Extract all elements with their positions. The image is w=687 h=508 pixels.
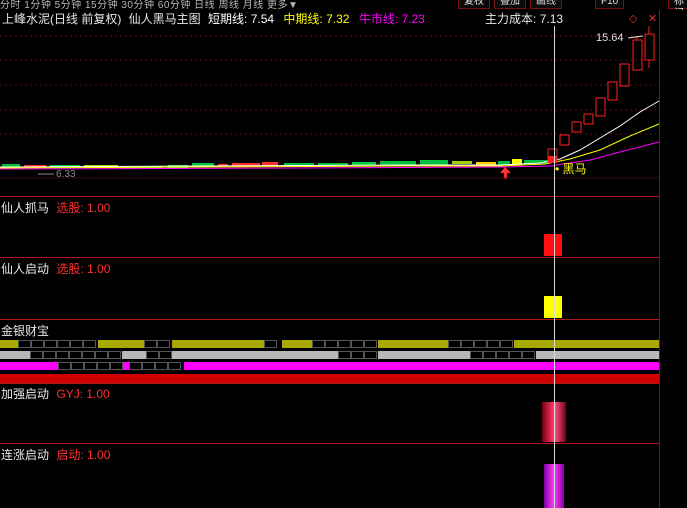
indicator-label: 启动: <box>56 448 84 462</box>
band-segment <box>0 362 58 370</box>
band-segment <box>184 362 659 370</box>
band-segment <box>172 351 338 359</box>
qidong-signal-bar <box>544 296 562 318</box>
band-empty-blocks <box>58 362 123 370</box>
indicator-value: 1.00 <box>87 201 111 215</box>
crosshair-cursor-line[interactable] <box>554 26 555 508</box>
band-segment <box>0 374 659 383</box>
rising-candles <box>547 26 655 163</box>
short-line-value: 7.54 <box>250 12 275 26</box>
band-empty-blocks <box>18 340 96 348</box>
band-empty-blocks <box>312 340 377 348</box>
tab-fuquan[interactable]: 复权 <box>458 0 490 9</box>
panel-separator <box>0 383 659 384</box>
indicator-label: 选股: <box>56 201 84 215</box>
panel-jinyin-title[interactable]: 金银财宝 <box>1 322 49 339</box>
panel-xianren-qidong-header[interactable]: 仙人启动 选股: 1.00 <box>1 260 110 277</box>
bull-line-label: 牛市线: <box>358 12 399 26</box>
candlestick-chart[interactable]: 15.64 6.33 • 黑马 <box>0 26 660 198</box>
tab-mark[interactable]: 标记 <box>668 0 687 10</box>
stock-title[interactable]: 上峰水泥(日线 前复权) <box>2 12 121 26</box>
band-segment <box>282 340 312 348</box>
band-empty-blocks <box>129 362 181 370</box>
panel-lianzhang-header[interactable]: 连涨启动 启动: 1.00 <box>1 446 110 463</box>
main-cost-label: 主力成本: <box>485 12 537 26</box>
panel-xianren-zhuama-header[interactable]: 仙人抓马 选股: 1.00 <box>1 199 110 216</box>
indicator-label: 选股: <box>56 262 84 276</box>
main-chart-header: 上峰水泥(日线 前复权) 仙人黑马主图 短期线: 7.54 中期线: 7.32 … <box>2 10 425 27</box>
band-segment <box>122 351 146 359</box>
close-icon[interactable]: ✕ <box>648 12 657 25</box>
mid-line-value: 7.32 <box>326 12 350 26</box>
bull-line-value: 7.23 <box>401 12 425 26</box>
panel-separator <box>0 257 659 258</box>
high-price-label: 15.64 <box>596 32 624 44</box>
band-segment <box>378 340 448 348</box>
indicator-value: 1.00 <box>86 387 110 401</box>
band-empty-blocks <box>448 340 513 348</box>
band-empty-blocks <box>470 351 535 359</box>
period-menu[interactable]: 分时 1分钟 5分钟 15分钟 30分钟 60分钟 日线 周线 月线 更多▼ <box>0 0 298 10</box>
tab-f10[interactable]: F10 <box>595 0 625 9</box>
heima-signal-text: 黑马 <box>563 162 587 176</box>
tab-draw[interactable]: 画线 <box>530 0 562 9</box>
jinyin-band-area[interactable] <box>0 340 659 384</box>
panel-separator <box>0 196 659 197</box>
panel-separator <box>0 319 659 320</box>
collapse-diamond-icon[interactable]: ◇ <box>629 12 637 25</box>
band-segment <box>0 351 30 359</box>
panel-jiaqiang-header[interactable]: 加强启动 GYJ: 1.00 <box>1 385 110 402</box>
indicator-label: GYJ: <box>56 387 84 401</box>
indicator-value: 1.00 <box>87 448 111 462</box>
main-cost-value: 7.13 <box>539 12 564 26</box>
band-empty-blocks <box>144 340 170 348</box>
tab-overlay[interactable]: 叠加 <box>494 0 526 9</box>
band-segment <box>378 351 470 359</box>
band-empty-blocks <box>338 351 377 359</box>
band-empty-blocks <box>30 351 121 359</box>
band-empty-blocks <box>264 340 277 348</box>
formula-name[interactable]: 仙人黑马主图 <box>129 12 201 26</box>
band-segment <box>514 340 659 348</box>
indicator-value: 1.00 <box>87 262 111 276</box>
mid-line-label: 中期线: <box>283 12 323 26</box>
band-segment <box>172 340 264 348</box>
panel-title: 加强启动 <box>1 387 50 401</box>
zhuama-signal-bar <box>544 234 562 256</box>
chart-right-border <box>659 10 660 508</box>
main-cost-readout: 主力成本: 7.13 <box>485 10 563 27</box>
panel-title: 连涨启动 <box>1 448 50 462</box>
period-toolbar: 分时 1分钟 5分钟 15分钟 30分钟 60分钟 日线 周线 月线 更多▼ 复… <box>0 0 687 10</box>
panel-separator <box>0 443 659 444</box>
heima-signal-label: • 黑马 <box>555 162 587 176</box>
short-line-label: 短期线: <box>208 12 248 26</box>
buy-arrow-icon <box>500 167 511 179</box>
band-segment <box>0 340 18 348</box>
panel-title: 仙人抓马 <box>1 201 50 215</box>
panel-title: 仙人启动 <box>1 262 50 276</box>
band-segment <box>98 340 144 348</box>
band-empty-blocks <box>146 351 172 359</box>
